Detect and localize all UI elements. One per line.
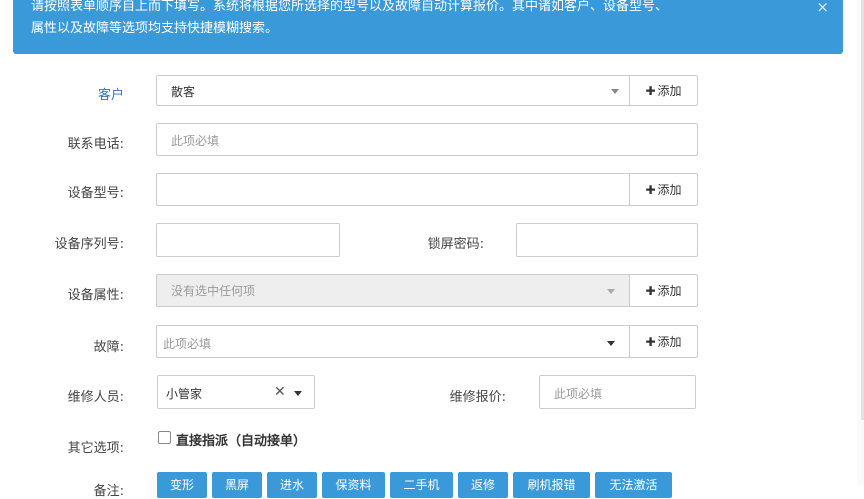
chevron-down-icon xyxy=(611,89,619,94)
fault-label: 故障: xyxy=(93,340,124,355)
note-tag-deformed[interactable]: 变形 xyxy=(157,472,207,498)
chevron-down-icon xyxy=(607,289,615,294)
serial-label: 设备序列号: xyxy=(54,237,124,252)
plus-icon: ✚ xyxy=(645,183,656,197)
attributes-select[interactable]: 没有选中任何项 xyxy=(156,274,630,307)
price-placeholder: 此项必填 xyxy=(554,387,603,401)
add-model-button[interactable]: ✚ 添加 xyxy=(629,173,698,206)
direct-assign-checkbox[interactable] xyxy=(158,431,171,444)
plus-icon: ✚ xyxy=(645,84,656,98)
note-tag-flash-error[interactable]: 刷机报错 xyxy=(513,472,590,498)
instruction-line-2: 属性以及故障等选项均支持快捷模糊搜索。 xyxy=(31,21,279,36)
note-tag-rework[interactable]: 返修 xyxy=(458,472,508,498)
note-tag-cannot-activate[interactable]: 无法激活 xyxy=(595,472,672,498)
fault-select[interactable]: 此项必填 xyxy=(156,325,630,358)
price-input[interactable]: 此项必填 xyxy=(539,375,696,409)
customer-label[interactable]: 客户 xyxy=(50,84,124,103)
phone-label: 联系电话: xyxy=(67,137,124,152)
phone-input[interactable]: 此项必填 xyxy=(156,123,698,156)
clear-icon[interactable]: ✕ xyxy=(274,384,286,400)
instruction-banner: 请按照表单顺序自上而下填写。系统将根据您所选择的型号以及故障自动计算报价。其中诸… xyxy=(13,0,843,54)
plus-icon: ✚ xyxy=(645,335,656,349)
note-tag-second-hand[interactable]: 二手机 xyxy=(390,472,453,498)
direct-assign-label[interactable]: 直接指派（自动接单） xyxy=(176,430,306,449)
technician-select[interactable]: 小管家 ✕ xyxy=(157,375,315,409)
model-input[interactable] xyxy=(156,173,630,206)
note-tag-black-screen[interactable]: 黑屏 xyxy=(212,472,262,498)
technician-label: 维修人员: xyxy=(67,390,124,405)
phone-placeholder: 此项必填 xyxy=(171,134,220,148)
close-icon[interactable]: × xyxy=(816,0,829,18)
instruction-line-1: 请按照表单顺序自上而下填写。系统将根据您所选择的型号以及故障自动计算报价。其中诸… xyxy=(31,0,669,14)
plus-icon: ✚ xyxy=(645,284,656,298)
other-options-label: 其它选项: xyxy=(67,441,124,456)
notes-label: 备注: xyxy=(93,484,124,499)
serial-input[interactable] xyxy=(156,223,340,257)
fault-placeholder: 此项必填 xyxy=(163,337,212,351)
note-tag-keep-data[interactable]: 保资料 xyxy=(322,472,385,498)
model-label: 设备型号: xyxy=(67,186,124,201)
price-label: 维修报价: xyxy=(449,390,506,405)
lock-password-label: 锁屏密码: xyxy=(427,237,484,252)
add-attribute-button[interactable]: ✚ 添加 xyxy=(629,274,698,307)
customer-value: 散客 xyxy=(171,85,196,99)
add-label: 添加 xyxy=(657,183,682,197)
page-scrollbar[interactable] xyxy=(857,0,864,486)
chevron-down-icon xyxy=(607,341,615,346)
add-label: 添加 xyxy=(657,335,682,349)
lock-password-input[interactable] xyxy=(516,223,698,257)
note-tag-water[interactable]: 进水 xyxy=(267,472,317,498)
add-customer-button[interactable]: ✚ 添加 xyxy=(629,75,698,106)
technician-value: 小管家 xyxy=(166,387,203,401)
customer-select[interactable]: 散客 xyxy=(156,75,630,106)
add-label: 添加 xyxy=(657,284,682,298)
add-label: 添加 xyxy=(657,84,682,98)
add-fault-button[interactable]: ✚ 添加 xyxy=(629,325,698,358)
chevron-down-icon xyxy=(294,391,302,396)
attributes-label: 设备属性: xyxy=(67,288,124,303)
attributes-placeholder: 没有选中任何项 xyxy=(171,284,256,298)
